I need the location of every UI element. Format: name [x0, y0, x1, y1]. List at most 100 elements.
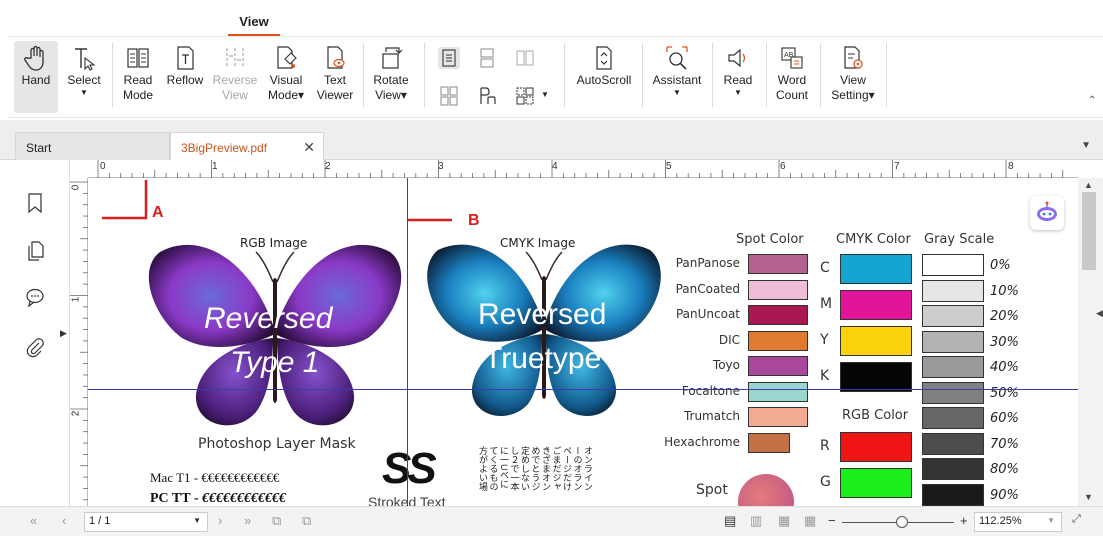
facing-page-icon[interactable]: [514, 47, 536, 69]
facing-mode-icon[interactable]: ▦: [778, 513, 790, 529]
view-setting-button[interactable]: View Setting▾: [826, 41, 880, 113]
zoom-dropdown-icon[interactable]: ▼: [1047, 516, 1055, 525]
scrollbar-thumb[interactable]: [1082, 192, 1096, 270]
zoom-level-value: 112.25%: [979, 515, 1022, 527]
hand-button[interactable]: Hand: [14, 41, 58, 113]
rgb-color-swatch: [840, 432, 912, 462]
collapse-ribbon-icon[interactable]: ⌃: [1088, 95, 1096, 106]
spot-color-label: Toyo: [712, 358, 740, 372]
ruler-number: 2: [325, 161, 331, 172]
cmyk-color-swatch: [840, 290, 912, 320]
spot-color-swatch: [748, 330, 808, 351]
gray-scale-swatch: [922, 381, 984, 404]
comment-icon[interactable]: [24, 286, 46, 308]
pc-tt-label: PC TT -: [150, 491, 199, 506]
pages-icon[interactable]: [24, 240, 46, 262]
single-page-icon[interactable]: [438, 47, 460, 69]
text-select-icon: [75, 48, 96, 71]
text-viewer-button[interactable]: Text Viewer: [312, 41, 358, 113]
ai-assistant-button[interactable]: [1030, 196, 1064, 230]
continuous-page-icon[interactable]: [476, 47, 498, 69]
left-sidebar: ▶: [0, 160, 70, 506]
spot-color-label: DIC: [718, 332, 740, 347]
assistant-label: Assistant: [652, 73, 702, 87]
view-setting-label-2: Setting▾: [831, 88, 875, 102]
split-view-icon[interactable]: [514, 85, 536, 107]
rotate-view-label-1: Rotate: [373, 73, 409, 87]
pc-tt-chars: €€€€€€€€€€€€: [202, 491, 286, 506]
page-number-input[interactable]: 1 / 1 ▼: [84, 512, 208, 532]
autoscroll-button[interactable]: AutoScroll: [572, 41, 636, 113]
marker-b-line: [408, 218, 452, 222]
ribbon-toolbar: Hand Select ▼ Read Mode Reflow Reverse V…: [8, 36, 1103, 118]
tab-document[interactable]: 3BigPreview.pdf ✕: [170, 132, 324, 160]
reverse-view-button[interactable]: Reverse View: [212, 41, 258, 113]
zoom-level-input[interactable]: 112.25% ▼: [974, 512, 1062, 532]
rgb-color-label: R: [820, 438, 830, 454]
gray-scale-swatch: [922, 330, 984, 353]
page-dropdown-icon[interactable]: ▼: [193, 516, 201, 525]
gray-scale-label: 20%: [990, 309, 1019, 324]
tab-view[interactable]: View: [228, 14, 280, 37]
rotate-view-label-2: View▾: [375, 88, 407, 102]
right-panel-expand-icon[interactable]: ◀: [1096, 308, 1103, 319]
bookmark-icon[interactable]: [24, 192, 46, 214]
read-mode-button[interactable]: Read Mode: [118, 41, 158, 113]
next-page-icon[interactable]: ›: [218, 513, 222, 528]
page-transition-icon[interactable]: [476, 85, 498, 107]
reversed-type1-text-1: Reversed: [204, 302, 333, 335]
continuous-mode-icon[interactable]: ▥: [750, 513, 762, 529]
robot-icon: [1037, 201, 1057, 221]
hand-label: Hand: [21, 73, 51, 87]
tab-start[interactable]: Start: [15, 132, 170, 160]
visual-mode-button[interactable]: Visual Mode▾: [262, 41, 310, 113]
pdf-page[interactable]: A B RGB Image Reversed Type 1 CMYK Image…: [88, 178, 1078, 506]
tabs-dropdown-icon[interactable]: ▼: [1081, 140, 1091, 151]
word-count-button[interactable]: AB Word Count: [770, 41, 814, 113]
tab-view-label: View: [239, 14, 269, 29]
attachment-icon[interactable]: [24, 336, 46, 358]
read-button[interactable]: Read ▼: [718, 41, 758, 113]
assistant-button[interactable]: Assistant ▼: [648, 41, 706, 113]
zoom-out-icon[interactable]: −: [828, 513, 836, 528]
expand-sidebar-icon[interactable]: ▶: [60, 328, 67, 339]
view-setting-icon: [844, 46, 863, 69]
continuous-facing-icon[interactable]: [438, 85, 460, 107]
fullscreen-icon[interactable]: ⤢: [1072, 513, 1081, 526]
reflow-icon: [177, 46, 194, 70]
previous-page-icon[interactable]: ‹: [62, 513, 66, 528]
vertical-text-column: ページだけ: [562, 446, 572, 491]
scroll-down-icon[interactable]: ▼: [1084, 492, 1093, 502]
gray-scale-label: 40%: [990, 360, 1019, 375]
scroll-up-icon[interactable]: ▲: [1084, 180, 1093, 190]
page-number-value: 1 / 1: [89, 515, 111, 527]
split-view-dropdown-icon[interactable]: ▼: [541, 90, 549, 99]
previous-view-icon[interactable]: ⧉: [272, 513, 281, 529]
ruler-number: 0: [100, 161, 106, 172]
next-view-icon[interactable]: ⧉: [302, 513, 311, 529]
mac-t1-line: Mac T1 - €€€€€€€€€€€€: [150, 470, 279, 486]
cmyk-color-swatch: [840, 362, 912, 392]
last-page-icon[interactable]: »: [244, 513, 251, 528]
reverse-view-label-2: View: [222, 88, 248, 102]
zoom-slider-handle[interactable]: [896, 516, 908, 528]
select-button[interactable]: Select ▼: [64, 41, 104, 113]
rotate-view-button[interactable]: Rotate View▾: [368, 41, 414, 113]
ruler-number: 1: [212, 161, 218, 172]
reversed-truetype-text-1: Reversed: [478, 298, 607, 331]
spot-color-label: Focaltone: [681, 383, 740, 398]
zoom-in-icon[interactable]: +: [960, 513, 968, 528]
text-viewer-label-2: Viewer: [316, 88, 354, 102]
ruler-number: 0: [70, 184, 82, 191]
continuous-facing-mode-icon[interactable]: ▦: [804, 513, 816, 529]
vertical-text-column: めでとうジ: [530, 446, 541, 491]
reflow-button[interactable]: Reflow: [164, 41, 206, 113]
reverse-view-label-1: Reverse: [212, 73, 258, 87]
view-setting-label-1: View: [840, 73, 866, 87]
vertical-scrollbar[interactable]: ▲ ▼: [1078, 178, 1103, 506]
spot-color-swatch: [748, 381, 808, 402]
single-page-mode-icon[interactable]: ▤: [724, 513, 736, 529]
close-tab-icon[interactable]: ✕: [303, 139, 315, 156]
vertical-text-column: し２で一本: [509, 446, 520, 491]
first-page-icon[interactable]: «: [30, 513, 37, 528]
